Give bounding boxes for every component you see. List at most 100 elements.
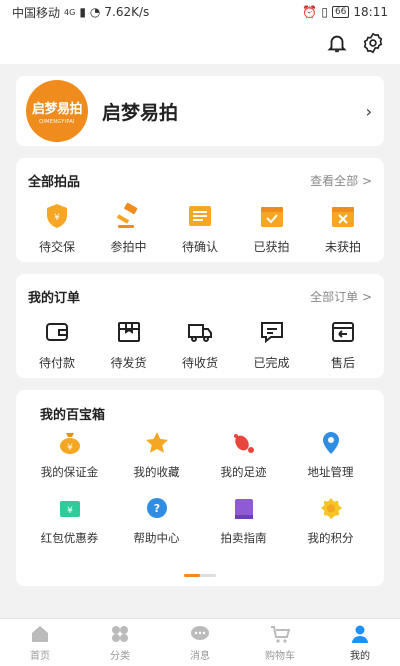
auction-item-bidding[interactable]: 参拍中 [94, 202, 164, 255]
toolbox-item-label: 我的积分 [307, 531, 354, 545]
toolbox-item-label: 红包优惠券 [40, 531, 99, 545]
message-icon [191, 626, 209, 640]
order-item-label: 售后 [330, 356, 355, 370]
toolbox-item-label: 我的收藏 [133, 465, 180, 479]
money-bag-icon: ¥ [59, 433, 80, 454]
auction-item-label: 参拍中 [110, 240, 147, 254]
svg-text:¥: ¥ [67, 443, 73, 453]
profile-card[interactable]: 启梦易拍 QIMENGYIPAI 启梦易拍 › [16, 76, 384, 146]
chevron-right-icon[interactable]: › [366, 102, 372, 121]
toolbox-item-footprints[interactable]: 我的足迹 [200, 430, 287, 496]
order-item-label: 待付款 [38, 356, 75, 370]
auction-item-label: 待确认 [181, 240, 218, 254]
wallet-icon [46, 323, 68, 341]
order-item-after-sales[interactable]: 售后 [308, 318, 378, 371]
tab-me[interactable]: 我的 [320, 619, 400, 666]
footprint-icon [233, 434, 254, 453]
bell-icon[interactable] [326, 32, 348, 54]
toolbox-item-address[interactable]: 地址管理 [287, 430, 374, 496]
order-item-to-receive[interactable]: 待收货 [165, 318, 235, 371]
order-item-label: 已完成 [253, 356, 290, 370]
svg-text:?: ? [153, 502, 159, 515]
alarm-icon: ⏰ [302, 5, 318, 19]
toolbox-title: 我的百宝箱 [40, 408, 106, 423]
cart-icon [271, 626, 291, 643]
auction-section: 全部拍品 查看全部 > ¥ 待交保 参拍中 待确认 已获拍 未获拍 [16, 158, 384, 262]
return-box-icon [332, 322, 354, 342]
toolbox-item-guide[interactable]: 拍卖指南 [200, 496, 287, 562]
status-bar: 中国移动 4G ▮ ◔ 7.62K/s ⏰ ▯ 66 18:11 [0, 0, 400, 24]
auction-item-pending-confirm[interactable]: 待确认 [165, 202, 235, 255]
location-pin-icon [322, 432, 339, 454]
battery-icon: 66 [331, 6, 350, 18]
box-x-icon [332, 207, 354, 227]
toolbox-item-label: 我的保证金 [40, 465, 99, 479]
tab-home[interactable]: 首页 [0, 619, 80, 666]
tab-messages[interactable]: 消息 [160, 619, 240, 666]
category-icon [112, 626, 128, 642]
signal-icon: ▮ [79, 5, 86, 19]
points-badge-icon [320, 498, 342, 519]
settings-gear-icon[interactable] [362, 32, 384, 54]
star-icon [145, 432, 168, 453]
logo-text: 启梦易拍 [31, 101, 83, 117]
carrier-label: 中国移动 [12, 5, 61, 20]
tab-label: 消息 [190, 651, 210, 662]
auction-item-pending-deposit[interactable]: ¥ 待交保 [22, 202, 92, 255]
auction-item-won[interactable]: 已获拍 [237, 202, 307, 255]
order-item-completed[interactable]: 已完成 [237, 318, 307, 371]
toolbox-item-deposit[interactable]: ¥ 我的保证金 [26, 430, 113, 496]
auction-item-lost[interactable]: 未获拍 [308, 202, 378, 255]
vibrate-icon: ▯ [321, 5, 328, 19]
auction-item-label: 已获拍 [253, 240, 290, 254]
profile-name: 启梦易拍 [102, 101, 179, 124]
order-item-label: 待收货 [181, 356, 218, 370]
app-logo: 启梦易拍 QIMENGYIPAI [26, 80, 88, 142]
toolbox-item-favorites[interactable]: 我的收藏 [113, 430, 200, 496]
page-indicator [184, 574, 216, 577]
wifi-icon: ◔ [89, 5, 101, 19]
guide-book-icon [234, 499, 253, 519]
view-all-orders-link[interactable]: 全部订单 > [310, 288, 372, 305]
package-icon [117, 322, 140, 342]
bottom-tab-bar: 首页 分类 消息 购物车 我的 [0, 618, 400, 666]
logo-subtext: QIMENGYIPAI [39, 118, 75, 125]
tab-cart[interactable]: 购物车 [240, 619, 320, 666]
shield-yen-icon: ¥ [47, 204, 67, 228]
clock-label: 18:11 [353, 5, 388, 19]
tab-label: 分类 [110, 651, 130, 662]
toolbox-item-help[interactable]: ? 帮助中心 [113, 496, 200, 562]
toolbox-item-coupons[interactable]: ¥ 红包优惠券 [26, 496, 113, 562]
orders-title: 我的订单 [28, 290, 81, 306]
coupon-icon: ¥ [59, 501, 80, 517]
orders-section: 我的订单 全部订单 > 待付款 待发货 待收货 已完成 售后 [16, 274, 384, 378]
view-all-auction-link[interactable]: 查看全部 > [310, 172, 372, 189]
tab-label: 我的 [350, 651, 370, 662]
chat-done-icon [260, 322, 283, 344]
toolbox-section: 我的百宝箱 ¥ 我的保证金 我的收藏 我的足迹 地址管理 ¥ 红包优惠券 ? 帮… [16, 390, 384, 586]
order-item-label: 待发货 [110, 356, 147, 370]
auction-item-label: 待交保 [38, 240, 75, 254]
truck-icon [188, 324, 212, 342]
svg-text:¥: ¥ [67, 506, 73, 516]
toolbox-item-points[interactable]: 我的积分 [287, 496, 374, 562]
toolbox-item-label: 帮助中心 [133, 531, 180, 545]
user-icon [352, 625, 368, 643]
help-bubble-icon: ? [146, 498, 167, 518]
auction-title: 全部拍品 [28, 174, 81, 190]
tab-category[interactable]: 分类 [80, 619, 160, 666]
toolbox-item-label: 地址管理 [307, 465, 354, 479]
order-item-unpaid[interactable]: 待付款 [22, 318, 92, 371]
order-item-to-ship[interactable]: 待发货 [94, 318, 164, 371]
document-list-icon [189, 206, 211, 226]
tab-label: 首页 [30, 651, 50, 662]
home-icon [32, 626, 48, 642]
top-bar [0, 24, 400, 64]
toolbox-item-label: 我的足迹 [220, 465, 267, 479]
network-label: 4G [64, 7, 76, 17]
gavel-icon [116, 202, 137, 228]
toolbox-item-label: 拍卖指南 [220, 531, 267, 545]
box-check-icon [260, 207, 283, 227]
svg-text:¥: ¥ [54, 213, 60, 223]
tab-label: 购物车 [265, 651, 295, 662]
